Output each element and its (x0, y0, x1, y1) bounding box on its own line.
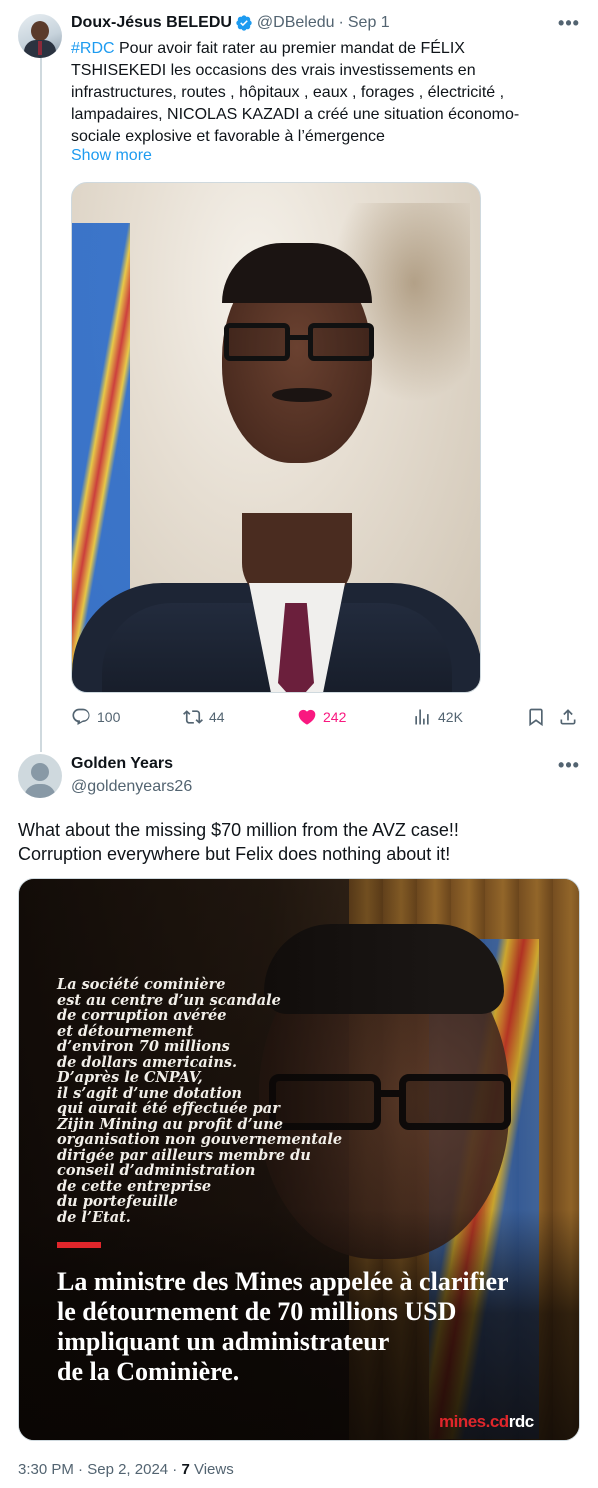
retweet-count: 44 (209, 709, 225, 725)
tweet-header: Doux-Jésus BELEDU @DBeledu · Sep 1 (71, 14, 390, 32)
poster-paragraph: La société cominière est au centre d’un … (57, 977, 342, 1225)
poster-paragraph-line: organisation non gouvernementale (57, 1131, 343, 1148)
tweet-text-line: infrastructures, routes , hôpitaux , eau… (71, 84, 505, 101)
author-handle[interactable]: @DBeledu (257, 14, 335, 32)
tweet-text-line: lampadaires, NICOLAS KAZADI a créé une s… (71, 106, 520, 123)
tweet-full-date[interactable]: Sep 2, 2024 (87, 1461, 168, 1478)
views-count: 42K (438, 709, 463, 725)
poster-paragraph-line: de corruption avérée (57, 1007, 227, 1024)
avatar[interactable] (18, 14, 62, 58)
reply-count: 100 (97, 709, 121, 725)
poster-headline-line: de la Cominière. (57, 1357, 240, 1386)
tweet-text-line: #RDC Pour avoir fait rater au premier ma… (71, 38, 571, 60)
poster-headline-line: impliquant un administrateur (57, 1327, 390, 1356)
tweet-photo[interactable] (71, 182, 481, 693)
views-count: 7 (181, 1461, 190, 1478)
poster-paragraph-line: conseil d’administration (57, 1162, 256, 1179)
reply-icon (72, 708, 90, 725)
retweet-icon (183, 710, 203, 724)
hashtag-link[interactable]: #RDC (71, 40, 115, 57)
verified-badge-icon (236, 15, 252, 31)
like-count: 242 (323, 709, 347, 725)
tweet-date[interactable]: Sep 1 (348, 14, 390, 32)
author-handle[interactable]: @goldenyears26 (71, 778, 192, 796)
tweet-text-line: What about the missing $70 million from … (18, 820, 459, 840)
tweet-text: What about the missing $70 million from … (18, 818, 578, 866)
more-options-button[interactable]: ••• (558, 756, 580, 778)
poster-paragraph-line: du portefeuille (57, 1193, 178, 1210)
avatar-tie (38, 41, 42, 55)
poster-paragraph-line: et détournement (57, 1022, 194, 1040)
brand-right: rdc (508, 1412, 534, 1431)
tweet-text-line: sociale explosive et favorable à l’émerg… (71, 128, 385, 145)
photo-glasses-bridge (288, 335, 310, 340)
photo-glasses-lens (224, 323, 290, 361)
share-button[interactable] (558, 707, 584, 727)
heart-filled-icon (298, 709, 316, 725)
poster-paragraph-line: de cette entreprise (57, 1177, 212, 1195)
tweet-handle-row: @goldenyears26 (71, 778, 192, 796)
views-chart-icon (415, 709, 429, 725)
poster-paragraph-line: de dollars americains. (57, 1053, 238, 1071)
reply-button[interactable]: 100 (71, 707, 120, 727)
meta-separator: · (168, 1461, 182, 1478)
bookmark-button[interactable] (526, 707, 552, 727)
tweet-header: Golden Years (71, 755, 173, 773)
photo-glasses (224, 323, 374, 363)
poster-red-accent-bar (57, 1242, 101, 1248)
author-name[interactable]: Golden Years (71, 755, 173, 773)
views-button[interactable]: 42K (412, 707, 463, 727)
tweet-text-line: TSHISEKEDI les occasions des vrais inves… (71, 62, 476, 79)
bookmark-icon (529, 708, 543, 727)
tweet-time[interactable]: 3:30 PM (18, 1461, 74, 1478)
poster-paragraph-line: Zijin Mining au profit d’une (57, 1115, 283, 1133)
poster-headline-line: le détournement de 70 millions USD (57, 1297, 457, 1326)
default-avatar-head (31, 763, 49, 781)
share-icon (560, 709, 576, 725)
more-options-button[interactable]: ••• (558, 14, 580, 36)
poster-paragraph-line: La société cominière (57, 976, 226, 993)
author-name[interactable]: Doux-Jésus BELEDU (71, 14, 232, 32)
show-more-link[interactable]: Show more (71, 147, 152, 165)
poster-paragraph-line: de l’Etat. (57, 1208, 131, 1226)
tweet-text-line: Corruption everywhere but Felix does not… (18, 844, 451, 864)
poster-headline-line: La ministre des Mines appelée à clarifie… (57, 1267, 509, 1296)
tweet-actions: 100 44 242 42K (71, 707, 581, 729)
poster-headline: La ministre des Mines appelée à clarifie… (57, 1267, 509, 1387)
separator-dot: · (338, 14, 344, 31)
avatar-face (31, 21, 49, 41)
tweet-text: #RDC Pour avoir fait rater au premier ma… (71, 38, 571, 148)
poster-paragraph-line: d’environ 70 millions (57, 1038, 230, 1055)
tweet-text-segment: Pour avoir fait rater au premier mandat … (114, 40, 465, 57)
retweet-button[interactable]: 44 (183, 707, 225, 727)
poster-paragraph-line: D’après le CNPAV, (57, 1069, 203, 1086)
avatar[interactable] (18, 754, 62, 798)
views-label: Views (189, 1461, 234, 1478)
poster-paragraph-line: il s’agit d’une dotation (57, 1084, 242, 1102)
poster-paragraph-line: qui aurait été effectuée par (57, 1100, 280, 1117)
tweet-photo[interactable]: La société cominière est au centre d’un … (18, 878, 580, 1441)
photo-glasses-lens (308, 323, 374, 361)
meta-separator: · (73, 1461, 88, 1478)
brand-left: mines.cd (439, 1412, 509, 1431)
poster-paragraph-line: dirigée par ailleurs membre du (57, 1146, 311, 1164)
like-button[interactable]: 242 (297, 707, 346, 727)
photo-mustache (272, 388, 332, 402)
thread-connector-line (40, 58, 42, 752)
poster-paragraph-line: est au centre d’un scandale (57, 991, 281, 1009)
tweet-meta: 3:30 PM · Sep 2, 2024 · 7 Views (18, 1461, 234, 1478)
poster-brand-logo: mines.cdrdc (439, 1412, 534, 1432)
default-avatar-body (24, 784, 56, 798)
